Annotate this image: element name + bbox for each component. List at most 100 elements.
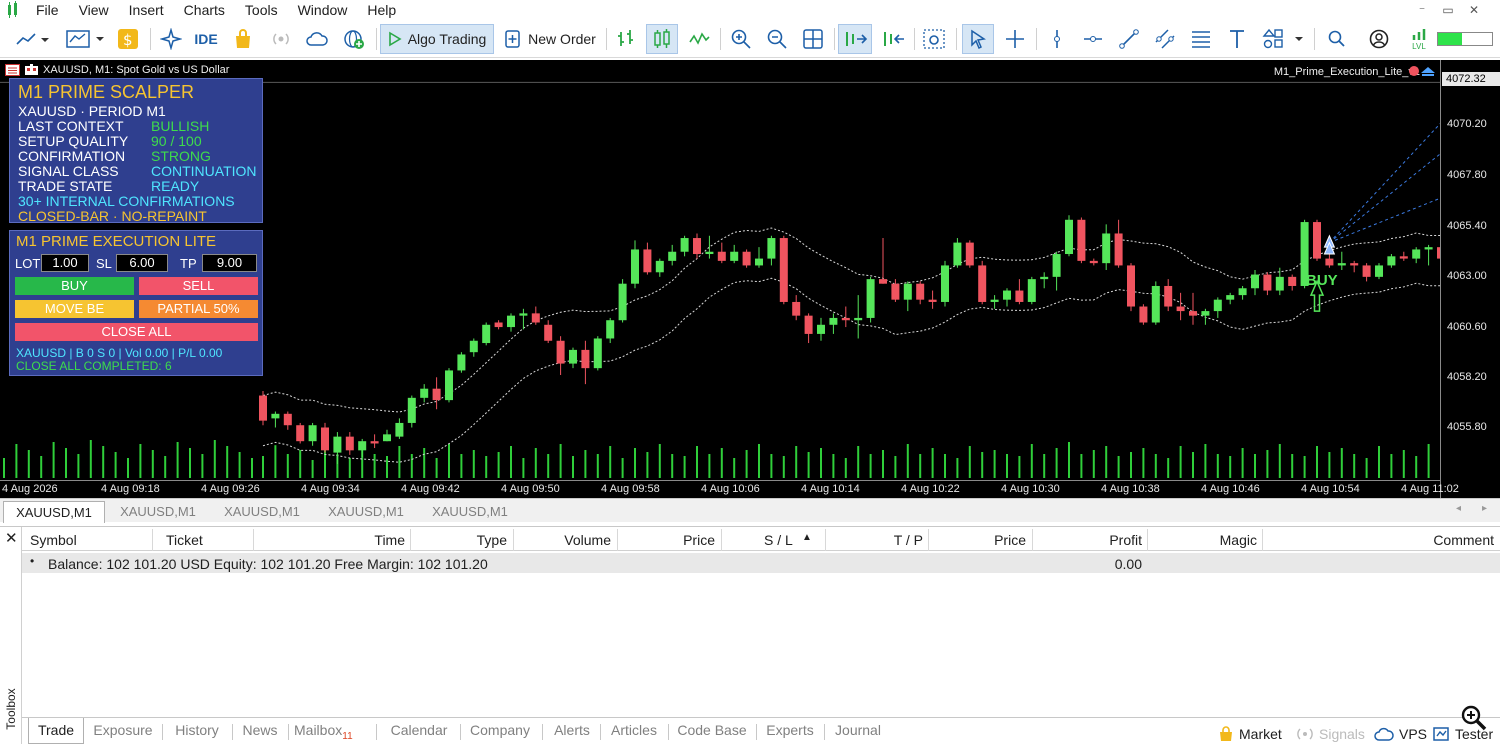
new-order-button[interactable]: New Order: [500, 24, 600, 54]
chart-tab-4[interactable]: XAUUSD,M1: [315, 501, 417, 523]
buy-button[interactable]: BUY: [15, 277, 134, 295]
auto-scroll-icon: [846, 32, 868, 46]
line-chart-button[interactable]: [684, 24, 714, 54]
horizontal-line-button[interactable]: [1078, 24, 1108, 54]
vps-button[interactable]: [302, 24, 332, 54]
chart-menu-icon[interactable]: [5, 64, 20, 76]
move-be-button[interactable]: MOVE BE: [15, 300, 134, 318]
right-tab-vps[interactable]: VPS: [1374, 718, 1427, 744]
menu-help[interactable]: Help: [359, 0, 408, 20]
tab-news[interactable]: News: [235, 718, 285, 744]
search-button[interactable]: [1322, 24, 1352, 54]
price-scale[interactable]: 4072.32 4070.20 4067.80 4065.40 4063.00 …: [1440, 60, 1500, 498]
tab-experts[interactable]: Experts: [760, 718, 820, 744]
chart-tab-1[interactable]: XAUUSD,M1: [3, 501, 105, 523]
trend-line-button[interactable]: [1114, 24, 1144, 54]
deposit-button[interactable]: $: [114, 24, 142, 54]
menu-view[interactable]: View: [71, 0, 121, 20]
channel-button[interactable]: [1150, 24, 1180, 54]
col-profit[interactable]: Profit: [1109, 532, 1142, 548]
tab-articles[interactable]: Articles: [604, 718, 664, 744]
col-sl[interactable]: S / L: [764, 532, 793, 548]
vertical-line-button[interactable]: [1042, 24, 1072, 54]
partial-close-button[interactable]: PARTIAL 50%: [139, 300, 258, 318]
col-magic[interactable]: Magic: [1220, 532, 1257, 548]
chart-shift-button[interactable]: [876, 24, 910, 54]
time-scale[interactable]: 4 Aug 2026 4 Aug 09:18 4 Aug 09:26 4 Aug…: [0, 480, 1459, 498]
tab-mailbox[interactable]: Mailbox11: [294, 718, 360, 744]
fibonacci-button[interactable]: [1186, 24, 1216, 54]
sell-button[interactable]: SELL: [139, 277, 258, 295]
tab-trade[interactable]: Trade: [28, 718, 84, 744]
zoom-out-button[interactable]: [762, 24, 792, 54]
strategy-button[interactable]: [156, 24, 186, 54]
time-tick: 4 Aug 09:18: [101, 483, 160, 495]
col-comment[interactable]: Comment: [1433, 532, 1494, 548]
templates-button[interactable]: [62, 24, 108, 54]
buy-signal-label: BUY: [1306, 272, 1338, 289]
tp-label: TP: [180, 256, 197, 271]
bullish-candle: [1027, 279, 1036, 302]
col-symbol[interactable]: Symbol: [30, 532, 77, 548]
menu-tools[interactable]: Tools: [237, 0, 290, 20]
chart-tab-3[interactable]: XAUUSD,M1: [211, 501, 313, 523]
col-volume[interactable]: Volume: [564, 532, 611, 548]
col-ticket[interactable]: Ticket: [166, 532, 203, 548]
tab-alerts[interactable]: Alerts: [546, 718, 598, 744]
magnifier-icon[interactable]: [1460, 704, 1488, 732]
auto-scroll-button[interactable]: [838, 24, 872, 54]
tab-code-base[interactable]: Code Base: [672, 718, 752, 744]
tile-windows-button[interactable]: [798, 24, 828, 54]
chart-type-button[interactable]: [10, 24, 54, 54]
web-button[interactable]: [338, 24, 370, 54]
col-type[interactable]: Type: [477, 532, 507, 548]
tab-company[interactable]: Company: [463, 718, 537, 744]
tab-calendar[interactable]: Calendar: [380, 718, 458, 744]
tab-exposure[interactable]: Exposure: [86, 718, 160, 744]
market-button[interactable]: [228, 24, 258, 54]
tab-scroll-right-icon[interactable]: ▸: [1482, 503, 1487, 514]
col-tp[interactable]: T / P: [894, 532, 923, 548]
crosshair-button[interactable]: [1000, 24, 1030, 54]
right-tab-signals[interactable]: Signals: [1296, 718, 1365, 744]
balance-row[interactable]: • Balance: 102 101.20 USD Equity: 102 10…: [22, 553, 1500, 573]
bearish-candle: [841, 317, 850, 321]
close-toolbox-icon[interactable]: ✕: [5, 529, 18, 547]
col-time[interactable]: Time: [374, 532, 405, 548]
restore-button[interactable]: ▭: [1436, 0, 1460, 20]
menu-window[interactable]: Window: [290, 0, 360, 20]
text-button[interactable]: [1222, 24, 1252, 54]
menu-file[interactable]: File: [28, 0, 71, 20]
signals-button[interactable]: [266, 24, 296, 54]
col-price[interactable]: Price: [683, 532, 715, 548]
minimize-button[interactable]: ⁻: [1410, 0, 1434, 20]
cursor-button[interactable]: [962, 24, 994, 54]
screenshot-button[interactable]: [918, 24, 950, 54]
chart-tab-2[interactable]: XAUUSD,M1: [107, 501, 209, 523]
account-button[interactable]: [1364, 24, 1394, 54]
bar-chart-button[interactable]: [612, 24, 640, 54]
algo-trading-button[interactable]: Algo Trading: [380, 24, 494, 54]
tab-journal[interactable]: Journal: [828, 718, 888, 744]
chart-tab-5[interactable]: XAUUSD,M1: [419, 501, 521, 523]
shapes-button[interactable]: [1258, 24, 1308, 54]
col-price-current[interactable]: Price: [994, 532, 1026, 548]
ide-button[interactable]: IDE: [190, 24, 222, 54]
ea-status-icon[interactable]: [1405, 64, 1435, 78]
menu-charts[interactable]: Charts: [176, 0, 237, 20]
candlestick-button[interactable]: [646, 24, 678, 54]
signal-strength-button[interactable]: LVL: [1404, 24, 1434, 54]
tp-input[interactable]: 9.00: [202, 254, 257, 272]
zoom-in-button[interactable]: [726, 24, 756, 54]
tab-scroll-left-icon[interactable]: ◂: [1456, 503, 1461, 514]
time-tick: 4 Aug 09:42: [401, 483, 460, 495]
menu-insert[interactable]: Insert: [121, 0, 176, 20]
close-all-button[interactable]: CLOSE ALL: [15, 323, 258, 341]
right-tab-market[interactable]: Market: [1218, 718, 1282, 744]
tab-history[interactable]: History: [165, 718, 229, 744]
lot-input[interactable]: 1.00: [41, 254, 89, 272]
chart-window[interactable]: XAUUSD, M1: Spot Gold vs US Dollar M1_Pr…: [0, 60, 1500, 498]
close-window-button[interactable]: ✕: [1462, 0, 1486, 20]
sl-input[interactable]: 6.00: [116, 254, 168, 272]
bearish-candle: [345, 436, 354, 451]
